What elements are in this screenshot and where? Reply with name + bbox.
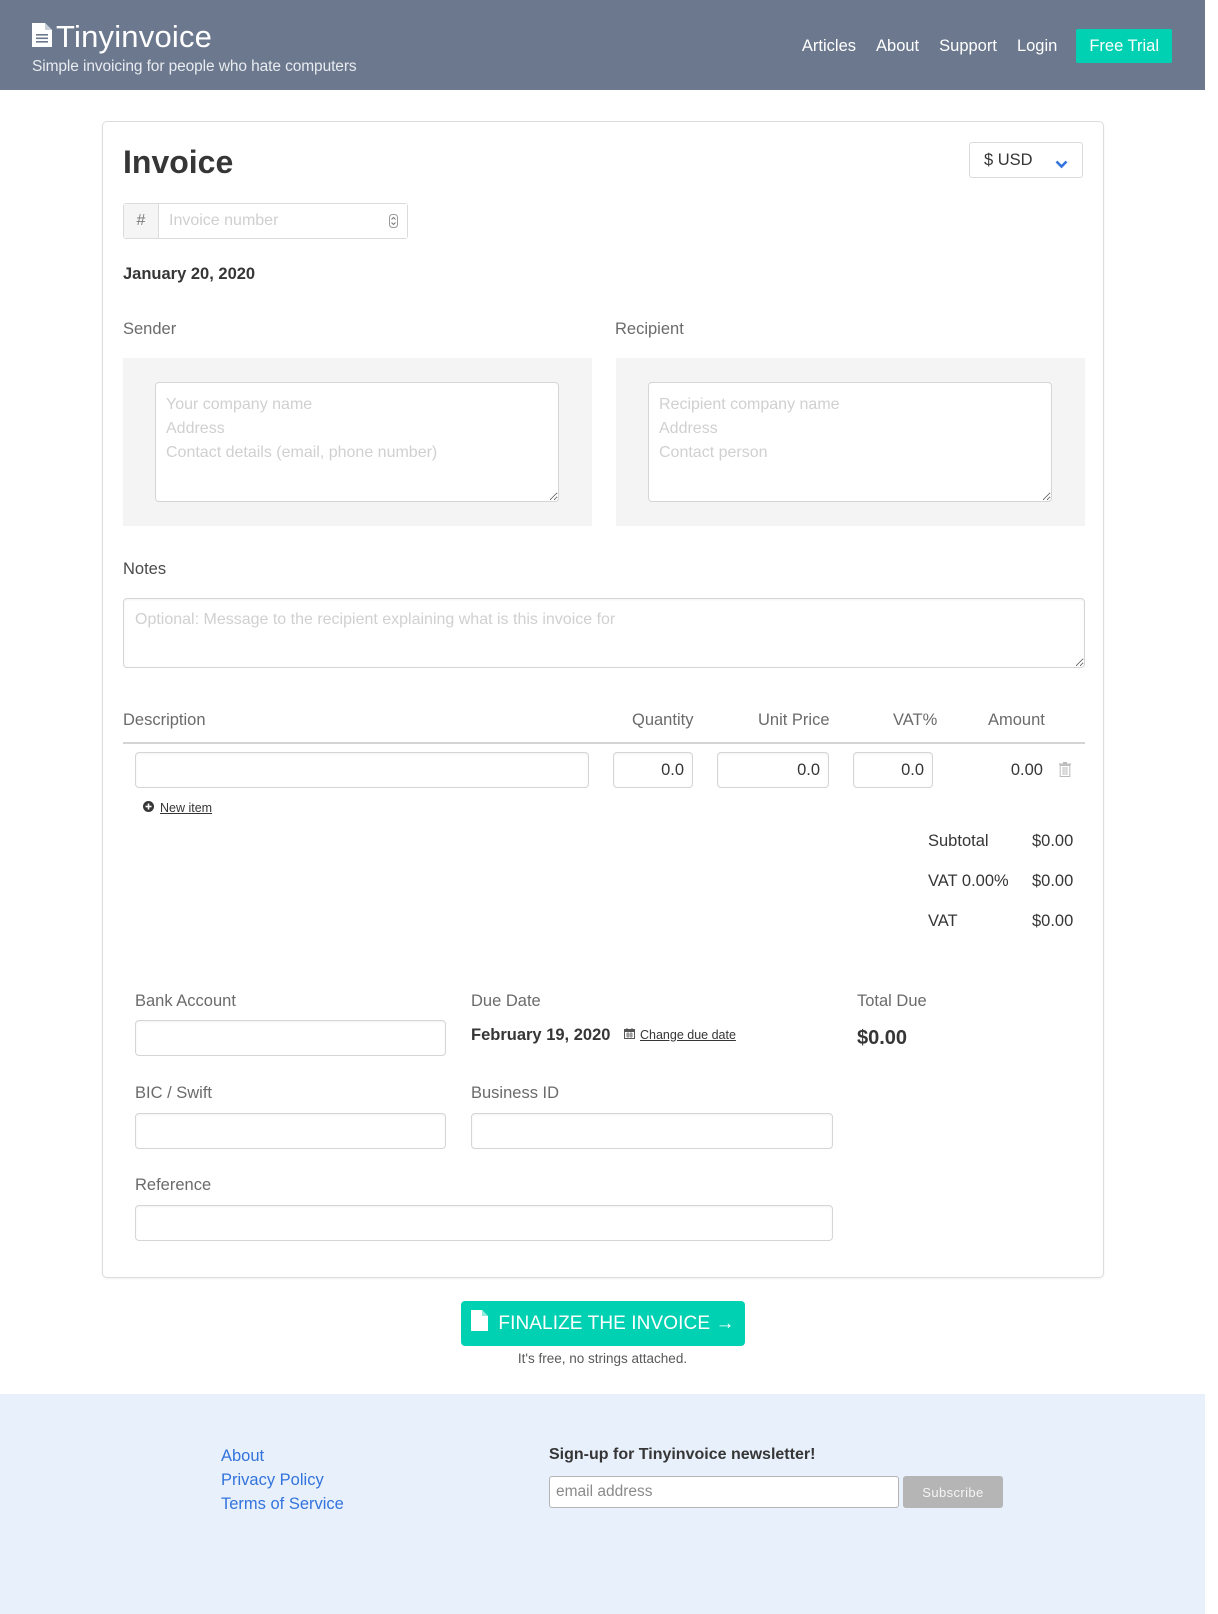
reference-label: Reference [135,1176,212,1194]
footer-link-terms[interactable]: Terms of Service [221,1492,344,1516]
plus-circle-icon [143,801,154,815]
vat-rate-label: VAT 0.00% [928,872,1009,890]
vat-rate-row: VAT 0.00% $0.00 [928,872,1078,891]
quantity-input[interactable] [613,752,693,788]
nav-login[interactable]: Login [1017,37,1057,56]
new-item-button[interactable]: New item [143,801,212,815]
business-id-label: Business ID [471,1084,560,1102]
business-id-input[interactable] [471,1113,833,1149]
free-trial-button[interactable]: Free Trial [1076,29,1172,63]
nav-support[interactable]: Support [939,37,997,56]
unit-price-input[interactable] [717,752,829,788]
new-item-label: New item [160,801,213,815]
currency-value: $ USD [984,151,1033,169]
document-icon [32,20,56,54]
finalize-invoice-button[interactable]: FINALIZE THE INVOICE → [461,1301,745,1346]
total-due-label: Total Due [857,992,927,1010]
notes-field [123,598,1085,668]
subtotal-label: Subtotal [928,832,989,850]
invoice-number-field: # [123,203,408,239]
footer-link-about[interactable]: About [221,1444,344,1468]
recipient-label: Recipient [615,320,684,338]
page: Tinyinvoice Simple invoicing for people … [0,0,1205,1614]
bic-label: BIC / Swift [135,1084,213,1102]
col-quantity: Quantity [632,711,694,729]
sender-textarea[interactable] [155,382,559,502]
invoice-number-input[interactable] [159,204,407,238]
vat-total-value: $0.00 [1032,912,1074,930]
vat-total-row: VAT $0.00 [928,912,1078,931]
row-amount: 0.00 [1010,761,1043,779]
bank-account-input[interactable] [135,1020,446,1056]
reference-input[interactable] [135,1205,833,1241]
description-input[interactable] [135,752,589,788]
currency-select[interactable]: $ USD [969,142,1083,178]
chevron-down-icon [1055,155,1068,174]
stepper-icon[interactable] [389,214,398,233]
footer-link-privacy[interactable]: Privacy Policy [221,1468,344,1492]
trash-icon[interactable] [1059,762,1071,782]
file-icon [471,1310,498,1337]
recipient-panel [616,358,1085,526]
nav-articles[interactable]: Articles [802,37,856,56]
change-due-date-link[interactable]: Change due date [624,1028,736,1042]
notes-textarea[interactable] [123,598,1085,668]
hash-prefix: # [124,204,159,238]
main-nav: Articles About Support Login Free Trial [782,29,1172,63]
due-date-value: February 19, 2020 [471,1026,611,1044]
sender-label: Sender [123,320,177,338]
page-title: Invoice [123,144,234,180]
brand-name: Tinyinvoice [56,19,213,54]
due-date-label: Due Date [471,992,541,1010]
newsletter-title: Sign-up for Tinyinvoice newsletter! [549,1446,816,1463]
table-header-divider [123,742,1085,744]
subtotal-row: Subtotal $0.00 [928,832,1078,851]
invoice-card: Invoice $ USD # January 20, 2020 Sender … [102,121,1104,1278]
subscribe-button[interactable]: Subscribe [903,1476,1003,1508]
site-header: Tinyinvoice Simple invoicing for people … [0,0,1205,90]
vat-total-label: VAT [928,912,958,930]
col-amount: Amount [988,711,1045,729]
col-vat: VAT% [893,711,938,729]
subtotal-value: $0.00 [1032,832,1074,850]
sender-panel [123,358,592,526]
calendar-icon [624,1028,635,1042]
notes-label: Notes [123,560,167,578]
bank-account-label: Bank Account [135,992,236,1010]
invoice-date[interactable]: January 20, 2020 [123,265,255,284]
brand-tagline: Simple invoicing for people who hate com… [32,58,357,75]
col-unit-price: Unit Price [758,711,830,729]
nav-about[interactable]: About [876,37,919,56]
total-due-value: $0.00 [857,1027,908,1049]
bic-input[interactable] [135,1113,446,1149]
recipient-textarea[interactable] [648,382,1052,502]
site-footer: About Privacy Policy Terms of Service Si… [0,1394,1205,1614]
vat-rate-value: $0.00 [1032,872,1074,890]
brand[interactable]: Tinyinvoice Simple invoicing for people … [32,20,357,76]
finalize-label: FINALIZE THE INVOICE → [498,1312,735,1334]
change-due-date-label: Change due date [640,1028,736,1042]
footer-links: About Privacy Policy Terms of Service [221,1444,344,1516]
newsletter-email-input[interactable] [549,1476,899,1508]
col-description: Description [123,711,206,729]
vat-input[interactable] [853,752,933,788]
free-note: It's free, no strings attached. [517,1351,688,1366]
